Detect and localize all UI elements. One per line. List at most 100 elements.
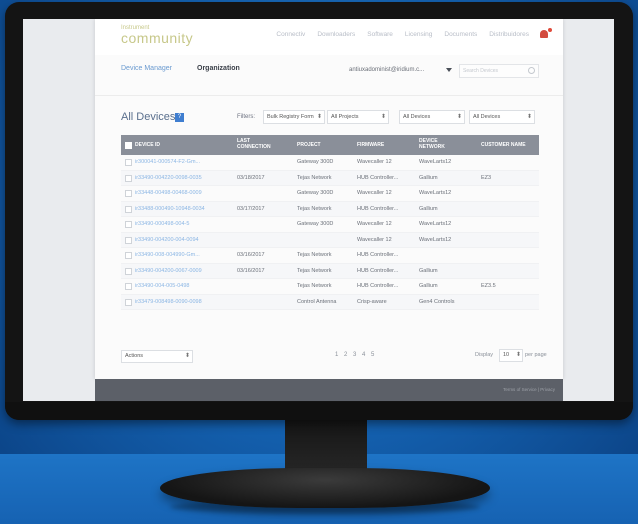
table-row[interactable]: ir300041-000574-F2-Gm... Gateway 300D Wave… bbox=[121, 155, 539, 171]
header-firmware[interactable]: FIRMWARE bbox=[357, 142, 384, 148]
table-cell: Gateway 300D bbox=[297, 159, 334, 165]
table-cell: Tejas Network bbox=[297, 174, 332, 181]
footer-text: Terms of Service | Privacy bbox=[503, 387, 555, 392]
pagination[interactable]: 1 2 3 4 5 bbox=[335, 352, 376, 358]
nav-item-documents[interactable]: Documents bbox=[444, 31, 477, 38]
nav-item-connectivity[interactable]: Connectiv bbox=[276, 31, 305, 38]
device-id-link[interactable]: ir33448-00498-00468-0009 bbox=[135, 190, 202, 196]
nav-item-licensing[interactable]: Licensing bbox=[405, 31, 432, 38]
top-bar: Instrument community Connectiv Downloade… bbox=[95, 19, 563, 55]
table-row[interactable]: ir33490-004220-0098-0035 03/18/2017 Tejas … bbox=[121, 170, 539, 186]
row-checkbox[interactable] bbox=[125, 298, 132, 306]
monitor-stand-base bbox=[160, 468, 490, 508]
table-cell: Tejas Network bbox=[297, 267, 332, 274]
help-icon[interactable]: ? bbox=[175, 113, 184, 122]
device-id-link[interactable]: ir33490-004-005-0498 bbox=[135, 283, 189, 289]
chevron-down-icon: ⬍ bbox=[456, 114, 462, 120]
filters-label: Filters: bbox=[237, 114, 255, 120]
table-cell: EZ3.5 bbox=[481, 283, 496, 289]
row-checkbox[interactable] bbox=[125, 283, 132, 290]
brand-logo[interactable]: Instrument community bbox=[121, 25, 193, 45]
table-row[interactable]: ir33490-004-005-0498 Tejas Network HUB Con… bbox=[121, 279, 539, 295]
monitor: Instrument community Connectiv Downloade… bbox=[5, 2, 633, 420]
row-checkbox[interactable] bbox=[125, 267, 132, 275]
row-checkbox[interactable] bbox=[125, 221, 132, 228]
row-checkbox[interactable] bbox=[125, 190, 132, 197]
table-row[interactable]: ir33490-008-004990-Gm... 03/16/2017 Tejas … bbox=[121, 248, 539, 264]
per-page-label: per page bbox=[525, 352, 547, 358]
nav-item-downloads[interactable]: Downloaders bbox=[317, 31, 355, 38]
monitor-chin bbox=[5, 402, 633, 420]
search-icon[interactable] bbox=[528, 67, 535, 74]
table-cell: Wavecaller 12 bbox=[357, 190, 392, 196]
user-email[interactable]: antiuxadominist@iridium.c... bbox=[349, 67, 424, 73]
table-cell: Gallium bbox=[419, 267, 438, 274]
table-header: DEVICE ID LAST CONNECTION PROJECT FIRMWA… bbox=[121, 135, 539, 155]
nav-item-distributors[interactable]: Distribuidores bbox=[489, 31, 529, 38]
filter-registry[interactable]: Bulk Registry Form ⬍ bbox=[263, 110, 325, 124]
app-window: Instrument community Connectiv Downloade… bbox=[95, 19, 563, 379]
per-page-value: 10 bbox=[503, 352, 510, 358]
table-cell: WaveLarts12 bbox=[419, 236, 452, 243]
screen: Instrument community Connectiv Downloade… bbox=[23, 19, 614, 401]
row-checkbox[interactable] bbox=[125, 159, 132, 166]
device-id-link[interactable]: ir33479-008498-0090-0098 bbox=[135, 299, 202, 305]
header-last-connection[interactable]: LAST CONNECTION bbox=[237, 138, 281, 150]
row-checkbox[interactable] bbox=[125, 236, 132, 244]
table-row[interactable]: ir33488-000490-10948-0034 03/17/2017 Tejas… bbox=[121, 201, 539, 217]
table-cell: Gallium bbox=[419, 174, 438, 181]
monitor-stand-neck bbox=[285, 419, 367, 471]
table-row[interactable]: ir33490-004200-004-0094 Wavecaller 12 Wave… bbox=[121, 232, 539, 248]
table-row[interactable]: ir33448-00498-00468-0009 Gateway 300D Wave… bbox=[121, 186, 539, 202]
device-id-link[interactable]: ir33488-000490-10948-0034 bbox=[135, 206, 205, 212]
actions-label: Actions bbox=[125, 353, 144, 359]
filter-projects[interactable]: All Projects ⬍ bbox=[327, 110, 389, 124]
device-id-link[interactable]: ir33490-004200-004-0094 bbox=[135, 237, 199, 243]
header-project[interactable]: PROJECT bbox=[297, 142, 321, 148]
device-id-link[interactable]: ir33490-004220-0098-0035 bbox=[135, 175, 202, 181]
tab-device-manager[interactable]: Device Manager bbox=[121, 65, 172, 72]
table-row[interactable]: ir33490-000498-004-5 Gateway 300D Wavecall… bbox=[121, 217, 539, 233]
filter-devices[interactable]: All Devices ⬍ bbox=[399, 110, 465, 124]
table-cell: HUB Controller... bbox=[357, 267, 399, 274]
chevron-down-icon: ⬍ bbox=[526, 114, 532, 120]
table-cell: Tejas Network bbox=[297, 283, 332, 289]
table-row[interactable]: ir33490-004200-0067-0009 03/16/2017 Tejas … bbox=[121, 263, 539, 279]
table-cell: HUB Controller... bbox=[357, 174, 399, 181]
tab-organization[interactable]: Organization bbox=[197, 65, 240, 72]
device-id-link[interactable]: ir33490-004200-0067-0009 bbox=[135, 268, 202, 274]
filter-registry-value: Bulk Registry Form bbox=[267, 114, 314, 120]
device-id-link[interactable]: ir300041-000574-F2-Gm... bbox=[135, 159, 200, 165]
table-cell: Gateway 300D bbox=[297, 221, 334, 227]
nav-item-software[interactable]: Software bbox=[367, 31, 393, 38]
table-cell: Gen4 Controls bbox=[419, 298, 455, 305]
search-input[interactable]: Search Devices bbox=[459, 64, 539, 78]
filter-projects-value: All Projects bbox=[331, 114, 359, 120]
filter-devices-2[interactable]: All Devices ⬍ bbox=[469, 110, 535, 124]
chevron-down-icon: ⬍ bbox=[380, 114, 386, 120]
chevron-down-icon[interactable] bbox=[446, 68, 452, 72]
table-cell: 03/16/2017 bbox=[237, 252, 265, 258]
device-id-link[interactable]: ir33490-000498-004-5 bbox=[135, 221, 189, 227]
select-all-checkbox[interactable] bbox=[125, 142, 132, 149]
row-checkbox[interactable] bbox=[125, 205, 132, 213]
actions-select[interactable]: Actions ⬍ bbox=[121, 350, 193, 363]
header-device-id[interactable]: DEVICE ID bbox=[135, 142, 160, 148]
header-device-network[interactable]: DEVICE NETWORK bbox=[419, 138, 463, 150]
table-cell: WaveLarts12 bbox=[419, 190, 452, 196]
table-cell: Control Antenna bbox=[297, 298, 337, 305]
row-checkbox[interactable] bbox=[125, 252, 132, 259]
table-cell: Crisp-aware bbox=[357, 298, 387, 305]
table-cell: 03/17/2017 bbox=[237, 205, 265, 212]
table-cell: HUB Controller... bbox=[357, 283, 399, 289]
header-customer-name[interactable]: CUSTOMER NAME bbox=[481, 142, 526, 148]
per-page-select[interactable]: 10 ⬍ bbox=[499, 349, 523, 362]
table-cell: Gallium bbox=[419, 205, 438, 212]
table-row[interactable]: ir33479-008498-0090-0098 Control Antenna C… bbox=[121, 294, 539, 310]
row-checkbox[interactable] bbox=[125, 174, 132, 182]
search-placeholder: Search Devices bbox=[463, 68, 499, 74]
bell-icon[interactable] bbox=[539, 28, 552, 40]
device-id-link[interactable]: ir33490-008-004990-Gm... bbox=[135, 252, 200, 258]
table-cell: 03/18/2017 bbox=[237, 174, 265, 181]
chevron-down-icon: ⬍ bbox=[515, 352, 521, 358]
